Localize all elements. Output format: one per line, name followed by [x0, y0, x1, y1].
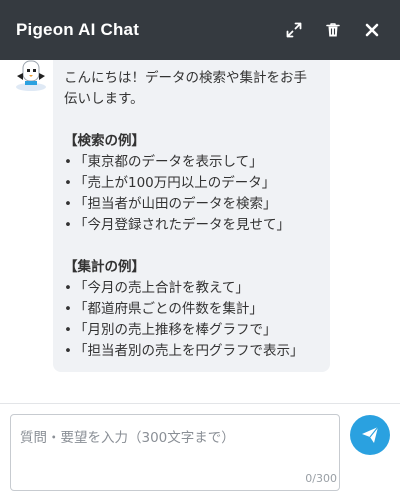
- intro-text-line: 伝いします。: [64, 91, 144, 107]
- close-button[interactable]: [360, 18, 384, 42]
- chat-header: Pigeon AI Chat: [0, 0, 400, 60]
- paper-plane-icon: [362, 426, 379, 443]
- intro-text-line: こんにちは！データの検索や集計をお手: [64, 70, 307, 86]
- list-item: 「月別の売上推移を棒グラフで」: [64, 320, 330, 341]
- expand-button[interactable]: [282, 18, 306, 42]
- trash-icon: [326, 23, 340, 37]
- list-item: 「都道府県ごとの件数を集計」: [64, 299, 330, 320]
- search-examples-list: 「東京都のデータを表示して」 「売上が100万円以上のデータ」 「担当者が山田の…: [64, 152, 330, 236]
- aggregate-examples-heading: 【集計の例】: [64, 259, 145, 275]
- list-item: 「今月の売上合計を教えて」: [64, 278, 330, 299]
- list-item: 「東京都のデータを表示して」: [64, 152, 330, 173]
- send-button[interactable]: [350, 415, 390, 455]
- clear-chat-button[interactable]: [321, 18, 345, 42]
- close-icon: [365, 23, 379, 37]
- list-item: 「売上が100万円以上のデータ」: [64, 173, 330, 194]
- app-title: Pigeon AI Chat: [16, 20, 140, 39]
- pigeon-avatar-icon: [16, 60, 46, 91]
- list-item: 「今月登録されたデータを見せて」: [64, 215, 330, 236]
- message-input[interactable]: [10, 414, 340, 491]
- list-item: 「担当者が山田のデータを検索」: [64, 194, 330, 215]
- chat-messages: こんにちは！データの検索や集計をお手 伝いします。 【検索の例】 「東京都のデー…: [0, 60, 400, 403]
- assistant-message-bubble: こんにちは！データの検索や集計をお手 伝いします。 【検索の例】 「東京都のデー…: [53, 60, 330, 372]
- aggregate-examples-list: 「今月の売上合計を教えて」 「都道府県ごとの件数を集計」 「月別の売上推移を棒グ…: [64, 278, 330, 362]
- expand-icon: [286, 22, 302, 38]
- list-item: 「担当者別の売上を円グラフで表示」: [64, 341, 330, 362]
- search-examples-heading: 【検索の例】: [64, 133, 145, 149]
- message-composer: 0/300: [0, 403, 400, 500]
- character-counter: 0/300: [305, 472, 337, 485]
